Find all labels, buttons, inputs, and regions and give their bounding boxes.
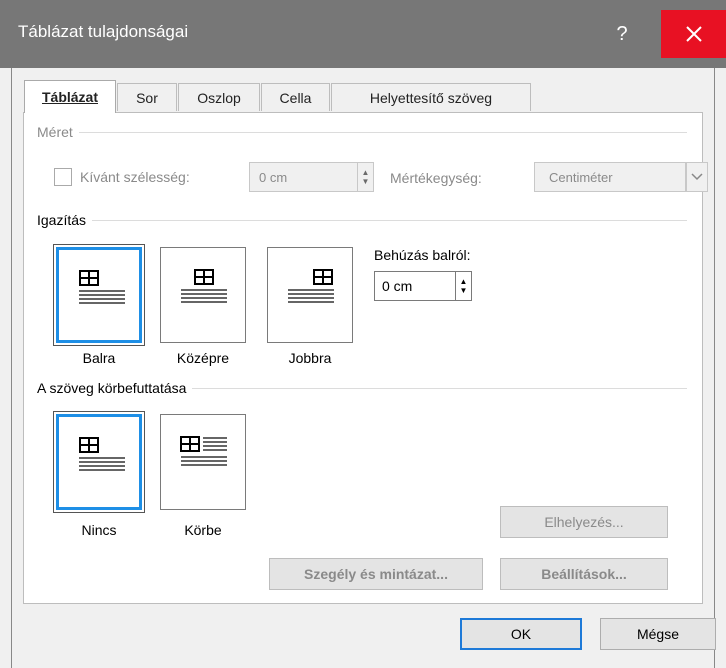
unit-select[interactable]: Centiméter <box>534 162 686 192</box>
positioning-button[interactable]: Elhelyezés... <box>500 506 668 538</box>
ok-button[interactable]: OK <box>460 618 582 650</box>
indent-input[interactable]: 0 cm <box>374 271 456 301</box>
tab-table[interactable]: Táblázat <box>24 80 116 113</box>
preferred-width-input[interactable]: 0 cm <box>249 162 358 192</box>
unit-dropdown-button[interactable] <box>686 162 708 192</box>
alignment-section-heading: Igazítás <box>37 212 687 228</box>
width-spinner[interactable]: ▲ ▼ <box>357 162 374 192</box>
preferred-width-label: Kívánt szélesség: <box>80 169 190 185</box>
wrap-around-label: Körbe <box>184 522 222 538</box>
close-button[interactable] <box>661 10 726 58</box>
align-right-option[interactable] <box>267 247 353 343</box>
indent-spinner[interactable]: ▲ ▼ <box>455 271 472 301</box>
unit-label: Mértékegység: <box>390 170 482 186</box>
wrap-around-icon <box>180 436 227 466</box>
preferred-width-checkbox[interactable] <box>54 168 72 186</box>
align-center-label: Középre <box>176 350 230 366</box>
wrapping-heading: A szöveg körbefuttatása <box>37 380 187 396</box>
size-section-heading: Méret <box>37 124 687 140</box>
tab-label: Cella <box>279 89 312 106</box>
tab-label: Sor <box>136 89 158 106</box>
window-title: Táblázat tulajdonságai <box>18 22 189 41</box>
borders-shading-button[interactable]: Szegély és mintázat... <box>269 558 483 590</box>
alignment-heading: Igazítás <box>37 212 87 228</box>
tab-label: Táblázat <box>41 89 98 105</box>
align-left-icon <box>79 270 125 304</box>
align-center-icon <box>181 269 227 303</box>
title-bar: Táblázat tulajdonságai ? <box>0 0 726 68</box>
options-button[interactable]: Beállítások... <box>500 558 668 590</box>
align-right-icon <box>288 269 334 303</box>
align-right-label: Jobbra <box>288 350 332 366</box>
close-icon <box>685 26 702 42</box>
size-heading: Méret <box>37 124 73 140</box>
wrap-around-option[interactable] <box>160 414 246 510</box>
align-left-option[interactable] <box>53 244 145 346</box>
tab-row[interactable]: Sor <box>117 83 177 111</box>
tab-label: Oszlop <box>197 89 241 106</box>
indent-label: Behúzás balról: <box>374 247 471 263</box>
wrap-none-label: Nincs <box>81 522 117 538</box>
tab-cell[interactable]: Cella <box>261 83 330 111</box>
chevron-down-icon <box>691 173 703 181</box>
cancel-button[interactable]: Mégse <box>600 618 716 650</box>
align-left-label: Balra <box>82 350 116 366</box>
help-button[interactable]: ? <box>592 12 652 56</box>
wrap-none-icon <box>79 437 125 471</box>
wrapping-section-heading: A szöveg körbefuttatása <box>37 380 687 396</box>
align-center-option[interactable] <box>160 247 246 343</box>
wrap-none-option[interactable] <box>53 411 145 513</box>
tab-column[interactable]: Oszlop <box>178 83 260 111</box>
tab-alt-text[interactable]: Helyettesítő szöveg <box>331 83 531 111</box>
tab-label: Helyettesítő szöveg <box>369 89 493 106</box>
